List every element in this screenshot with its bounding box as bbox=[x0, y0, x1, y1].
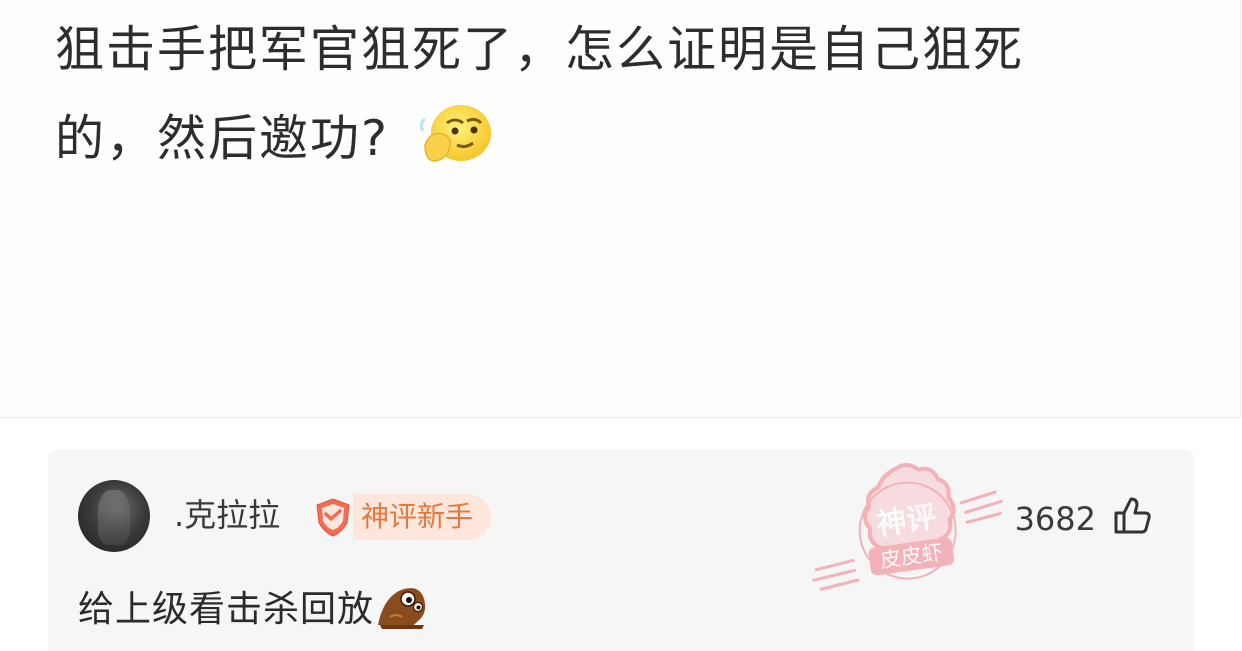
thinking-face-icon bbox=[417, 101, 495, 169]
post-card: 狙击手把军官狙死了，怎么证明是自己狙死 的，然后邀功? bbox=[0, 0, 1241, 418]
comment-text-body: 给上级看击杀回放 bbox=[78, 589, 375, 630]
shield-badge-icon bbox=[316, 498, 350, 537]
comment-text: 给上级看击杀回放 bbox=[78, 583, 428, 634]
comment-card: .克拉拉 神评新手 神评 皮皮虾 3682 给上级看击杀回放 bbox=[48, 449, 1194, 651]
avatar[interactable] bbox=[78, 480, 150, 552]
thumbs-up-icon[interactable] bbox=[1112, 495, 1152, 535]
status-badge: 神评新手 bbox=[353, 494, 492, 540]
post-title-line-2-text: 的，然后邀功? bbox=[55, 110, 390, 167]
like-count: 3682 bbox=[1014, 500, 1096, 538]
post-title-line-2: 的，然后邀功? bbox=[55, 101, 495, 169]
watermark-stamp: 神评 皮皮虾 bbox=[812, 463, 1004, 591]
post-title-line-1: 狙击手把军官狙死了，怎么证明是自己狙死 bbox=[55, 21, 1025, 78]
bird-emoji-icon bbox=[376, 583, 428, 629]
comment-username[interactable]: .克拉拉 bbox=[174, 495, 280, 535]
